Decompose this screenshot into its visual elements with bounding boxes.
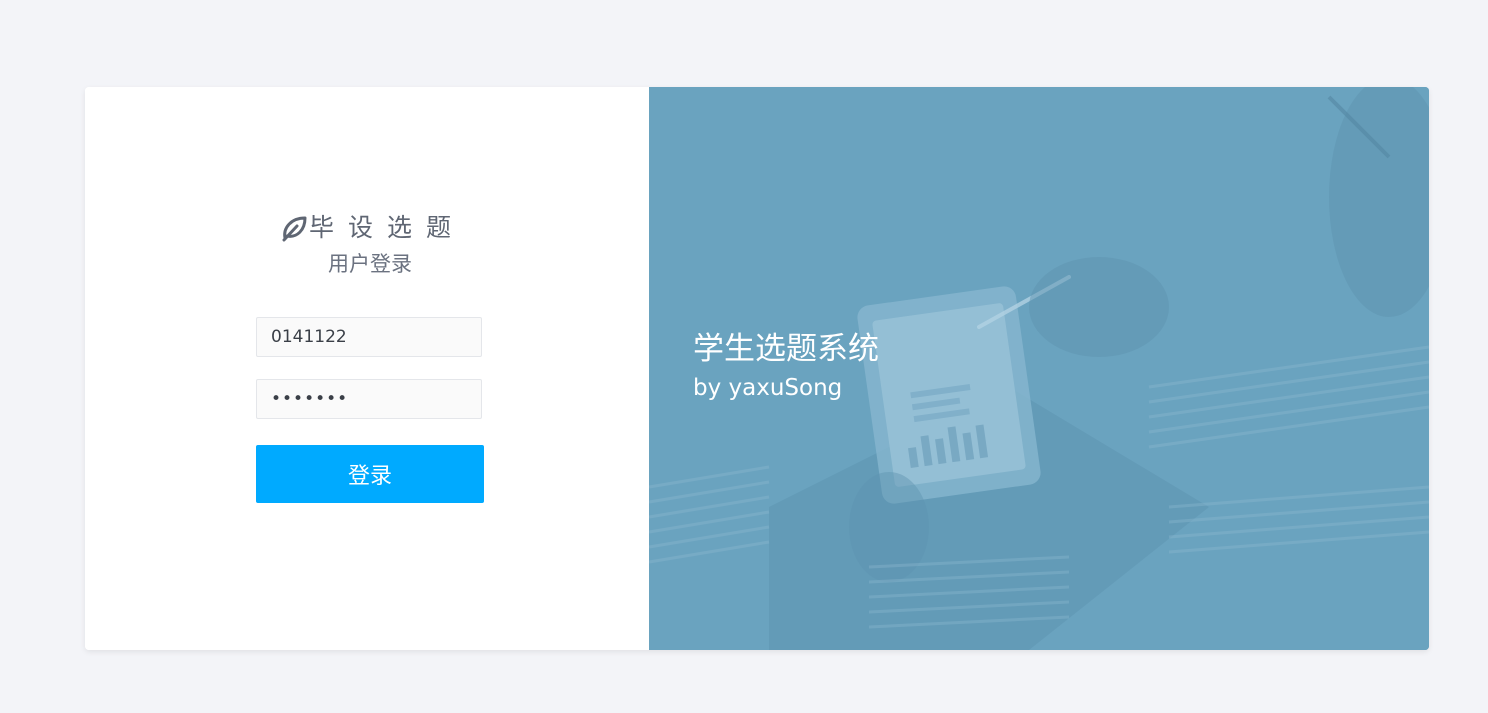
login-button[interactable]: 登录 (256, 445, 484, 503)
password-input[interactable] (256, 379, 482, 419)
brand-name: 毕设选题 (309, 213, 466, 242)
username-input[interactable] (256, 317, 482, 357)
hero-panel: 学生选题系统 by yaxuSong (649, 87, 1429, 650)
login-panel: 毕设选题 用户登录 登录 (85, 87, 649, 650)
brand-logo: 毕设选题 (281, 211, 465, 245)
leaf-icon (282, 216, 307, 242)
login-subtitle: 用户登录 (328, 252, 412, 276)
hero-byline: by yaxuSong (693, 375, 843, 401)
hero-title: 学生选题系统 (693, 331, 879, 367)
login-card: 毕设选题 用户登录 登录 (85, 87, 1429, 650)
